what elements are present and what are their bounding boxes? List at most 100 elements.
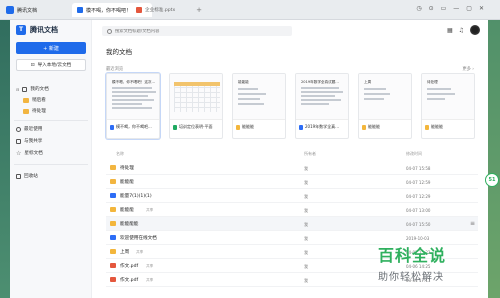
browser-titlebar: 腾讯文档 模不喝，你不喝吧！ 企业标准.pptx + ◷ ⊙ ▭ — ▢ ✕ <box>0 0 500 20</box>
word-file-icon <box>110 124 114 130</box>
card-meta: 能能能 <box>362 124 411 130</box>
card-thumb-title: 模不喝，你不喝吧！这次... <box>112 80 155 84</box>
card-title: 培训定位表明-平面 <box>179 124 213 129</box>
brand[interactable]: T 腾讯文档 <box>16 25 58 35</box>
pdf-file-icon <box>110 263 116 268</box>
sidebar-item-starred[interactable]: ☆ 星标文档 <box>12 148 90 158</box>
recent-card[interactable]: 培训定位表明-平面 <box>169 73 223 139</box>
file-name: 能能能 <box>120 208 134 213</box>
grid-icon[interactable]: ▦ <box>447 27 453 34</box>
file-date: 04-07 13:00 <box>406 208 431 213</box>
file-table-header: 名称 所有者 修改时间 <box>106 151 478 159</box>
file-name: 能能能能 <box>120 222 139 227</box>
search-box[interactable] <box>102 26 292 36</box>
sidebar-item-my-docs[interactable]: ⊟ 我的文档 <box>12 84 90 94</box>
recent-card[interactable]: 模不喝，你不喝吧！这次... 模不喝，你不喝吧... <box>106 73 160 139</box>
column-header-owner[interactable]: 所有者 <box>304 151 316 157</box>
new-tab-button[interactable]: + <box>194 5 204 15</box>
ppt-tab-label: 企业标准.pptx <box>145 7 176 13</box>
target-icon[interactable]: ⊙ <box>429 5 434 12</box>
recent-card[interactable]: 能能能 能能能 <box>232 73 286 139</box>
sidebar-item-recent[interactable]: 最近使用 <box>12 124 90 134</box>
row-menu-icon[interactable]: ≡ <box>470 220 475 227</box>
recent-card[interactable]: 上周 能能能 <box>358 73 412 139</box>
sidebar-item-later[interactable]: 稍后看 <box>12 95 90 105</box>
card-thumbnail: 2019年数学全真试题... <box>296 74 348 120</box>
card-meta: 培训定位表明-平面 <box>173 124 222 130</box>
file-date: 2019-10-03 <box>406 236 430 241</box>
file-name: 作文.pdf <box>120 278 139 283</box>
import-button[interactable]: ⊡ 导入本地/云文档 <box>16 59 86 71</box>
share-icon <box>16 138 21 144</box>
brand-name: 腾讯文档 <box>30 26 58 34</box>
ppt-tab-icon <box>136 6 142 13</box>
close-button[interactable]: ✕ <box>479 5 484 12</box>
card-meta: 能能能 <box>425 124 474 130</box>
sidebar-item-trash[interactable]: 回收站 <box>12 171 90 181</box>
restore-icon[interactable]: ▭ <box>441 5 447 12</box>
page-title: 我的文档 <box>106 48 132 56</box>
card-thumbnail: 上周 <box>359 74 411 120</box>
star-icon: ☆ <box>16 149 22 157</box>
card-thumb-title: 能能能 <box>238 80 249 84</box>
divider <box>14 120 88 121</box>
recent-label: 最近浏览 <box>106 67 124 72</box>
file-owner: 我 <box>304 166 308 171</box>
file-date: 04-07 12:59 <box>406 180 431 185</box>
import-icon: ⊡ <box>30 62 35 68</box>
word-file-icon <box>110 235 116 240</box>
excel-file-icon <box>173 124 177 130</box>
shared-tag: 共享 <box>146 208 154 212</box>
app-title-label: 腾讯文档 <box>17 7 38 14</box>
recent-card[interactable]: 待处理 能能能 <box>421 73 475 139</box>
card-thumbnail <box>170 74 222 120</box>
card-meta: 能能能 <box>236 124 285 130</box>
folder-icon <box>110 179 116 184</box>
file-date: 04-07 15:50 <box>406 222 431 227</box>
brand-logo-icon: T <box>16 25 26 35</box>
history-icon[interactable]: ◷ <box>416 5 421 12</box>
column-header-date[interactable]: 修改时间 <box>406 151 422 157</box>
card-title: 2019年数学全真... <box>305 124 339 129</box>
more-link[interactable]: 更多 › <box>462 66 474 72</box>
sidebar-item-label: 待处理 <box>32 109 46 114</box>
file-name: 能量7(1)(1)(1) <box>120 194 152 199</box>
column-header-name[interactable]: 名称 <box>116 151 124 157</box>
table-row[interactable]: 能能能能 我 04-07 15:50 ≡ <box>106 217 478 231</box>
doc-tab-label: 模不喝，你不喝吧！ <box>86 7 132 14</box>
search-icon <box>107 28 112 34</box>
file-owner: 我 <box>304 250 308 255</box>
card-thumbnail: 待处理 <box>422 74 474 120</box>
new-document-button[interactable]: + 新建 <box>16 42 86 54</box>
sheet-file-icon <box>110 207 116 212</box>
floating-badge[interactable]: 51 <box>485 173 499 187</box>
table-row[interactable]: 能量7(1)(1)(1) 我 04-07 12:29 <box>106 189 478 203</box>
sidebar-item-shared[interactable]: 与我共享 <box>12 136 90 146</box>
card-title: 模不喝，你不喝吧... <box>116 124 152 129</box>
bell-icon[interactable]: ♫ <box>459 27 464 34</box>
table-row[interactable]: 能能能 我 04-07 12:59 <box>106 175 478 189</box>
expand-icon: ⊟ <box>16 86 20 92</box>
sheet-file-icon <box>110 221 116 226</box>
folder-icon <box>110 165 116 170</box>
file-name: 欢迎使用在线文档 <box>120 236 157 241</box>
word-file-icon <box>110 193 116 198</box>
sidebar-item-label: 稍后看 <box>32 98 46 103</box>
browser-tab-ppt[interactable]: 企业标准.pptx <box>132 4 190 15</box>
table-row[interactable]: 待处理 我 04-07 15:58 <box>106 161 478 175</box>
maximize-button[interactable]: ▢ <box>466 5 472 12</box>
recent-card[interactable]: 2019年数学全真试题... 2019年数学全真... <box>295 73 349 139</box>
sidebar-item-label: 我的文档 <box>30 87 49 92</box>
minimize-button[interactable]: — <box>453 5 459 12</box>
desktop-background-left <box>0 0 10 298</box>
card-title: 能能能 <box>368 124 380 129</box>
sidebar-item-todo[interactable]: 待处理 <box>12 106 90 116</box>
file-owner: 我 <box>304 180 308 185</box>
folder-icon <box>23 97 29 103</box>
table-row[interactable]: 能能能 共享 我 04-07 13:00 <box>106 203 478 217</box>
search-input[interactable] <box>115 28 275 34</box>
avatar[interactable] <box>470 25 480 35</box>
sheet-file-icon <box>425 124 429 130</box>
card-thumb-title: 上周 <box>364 80 372 84</box>
sheet-file-icon <box>110 249 116 254</box>
